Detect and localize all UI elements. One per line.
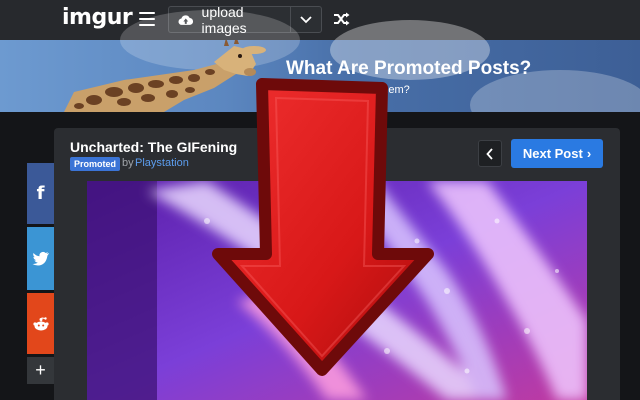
screen: imgur upload images What Are Promoted Po… xyxy=(0,0,640,400)
red-down-arrow-overlay xyxy=(212,78,434,376)
